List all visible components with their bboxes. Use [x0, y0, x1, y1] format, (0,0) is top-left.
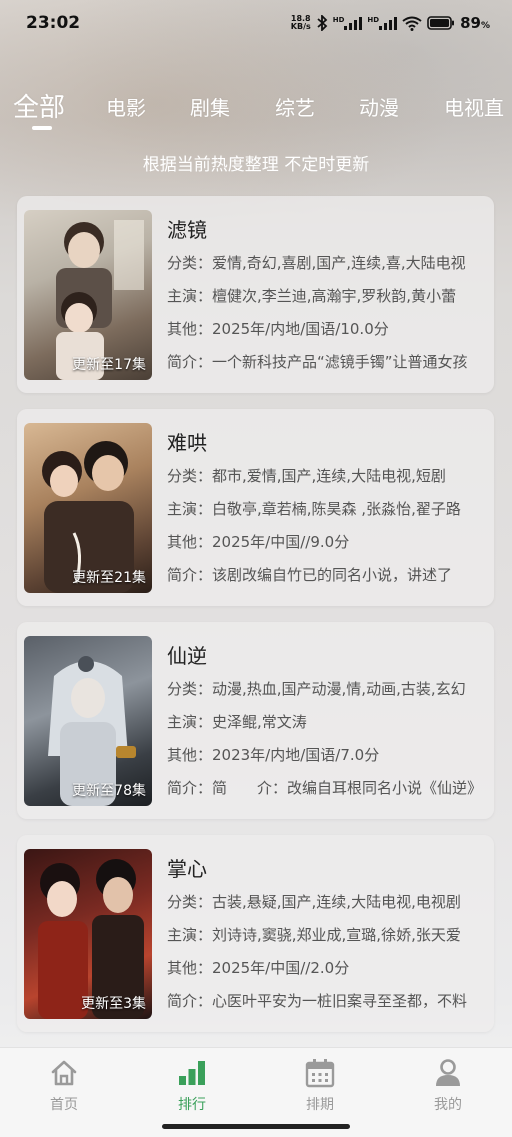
network-speed: 18.8 KB/s	[291, 15, 311, 31]
episode-badge: 更新至3集	[81, 996, 146, 1012]
show-intro: 简介：简 介：改编自耳根同名小说《仙逆》	[167, 779, 483, 797]
show-cast: 主演：史泽鲲,常文涛	[167, 713, 307, 731]
category-tabs: 全部 电影 剧集 综艺 动漫 电视直	[0, 82, 512, 136]
show-title: 掌心	[167, 857, 207, 881]
battery-icon	[427, 16, 455, 30]
episode-badge: 更新至17集	[72, 357, 146, 373]
poster-image[interactable]: 更新至21集	[24, 423, 152, 593]
active-tab-indicator	[32, 126, 52, 130]
signal-2-label: HD	[367, 16, 380, 24]
nav-profile-label: 我的	[434, 1097, 462, 1113]
show-intro: 简介：该剧改编自竹已的同名小说，讲述了	[167, 566, 453, 584]
show-intro: 简介：心医叶平安为一桩旧案寻至圣都，不料	[167, 992, 468, 1010]
tab-live-tv[interactable]: 电视直	[444, 92, 504, 121]
show-title: 难哄	[167, 431, 207, 455]
poster-image[interactable]: 更新至17集	[24, 210, 152, 380]
signal-icon-2: HD	[367, 16, 398, 30]
poster-image[interactable]: 更新至78集	[24, 636, 152, 806]
ranking-subtitle: 根据当前热度整理 不定时更新	[142, 155, 370, 175]
show-category: 分类：动漫,热血,国产动漫,情,动画,古装,玄幻	[167, 680, 466, 698]
home-indicator[interactable]	[162, 1124, 350, 1129]
status-indicators: 18.8 KB/s HD HD 89%	[291, 14, 490, 32]
show-category: 分类：古装,悬疑,国产,连续,大陆电视,电视剧	[167, 893, 461, 911]
show-card[interactable]: 更新至78集 仙逆 分类：动漫,热血,国产动漫,情,动画,古装,玄幻 主演：史泽…	[17, 622, 494, 819]
show-other-info: 其他：2023年/内地/国语/7.0分	[167, 746, 380, 764]
nav-ranking[interactable]: 排行	[152, 1058, 232, 1114]
signal-1-label: HD	[332, 16, 345, 24]
show-category: 分类：都市,爱情,国产,连续,大陆电视,短剧	[167, 467, 446, 485]
battery-value: 89	[460, 14, 481, 32]
episode-badge: 更新至21集	[72, 570, 146, 586]
poster-image[interactable]: 更新至3集	[24, 849, 152, 1019]
tab-variety[interactable]: 综艺	[275, 92, 315, 121]
bar-chart-icon	[179, 1061, 205, 1085]
home-icon	[51, 1060, 77, 1086]
signal-icon-1: HD	[333, 16, 363, 30]
show-title: 滤镜	[167, 218, 207, 242]
show-other-info: 其他：2025年/内地/国语/10.0分	[167, 320, 389, 338]
user-icon	[436, 1059, 460, 1086]
nav-schedule-label: 排期	[306, 1097, 334, 1113]
show-card[interactable]: 更新至21集 难哄 分类：都市,爱情,国产,连续,大陆电视,短剧 主演：白敬亭,…	[17, 409, 494, 606]
tab-anime[interactable]: 动漫	[359, 92, 399, 121]
status-time: 23:02	[26, 13, 81, 33]
show-cast: 主演：白敬亭,章若楠,陈昊森 ,张淼怡,翟子路	[167, 500, 461, 518]
bluetooth-icon	[316, 15, 328, 31]
show-title: 仙逆	[167, 644, 207, 668]
nav-ranking-label: 排行	[178, 1097, 206, 1113]
episode-badge: 更新至78集	[72, 783, 146, 799]
show-intro: 简介：一个新科技产品“滤镜手镯”让普通女孩	[167, 353, 468, 371]
show-other-info: 其他：2025年/中国//9.0分	[167, 533, 350, 551]
nav-home-label: 首页	[50, 1097, 78, 1113]
nav-schedule[interactable]: 排期	[280, 1058, 360, 1114]
show-other-info: 其他：2025年/中国//2.0分	[167, 959, 350, 977]
show-card[interactable]: 更新至17集 滤镜 分类：爱情,奇幻,喜剧,国产,连续,喜,大陆电视 主演：檀健…	[17, 196, 494, 393]
battery-level: 89%	[460, 14, 490, 32]
calendar-icon	[305, 1059, 335, 1088]
wifi-icon	[402, 16, 422, 31]
network-speed-unit: KB/s	[290, 22, 311, 31]
nav-home[interactable]: 首页	[24, 1058, 104, 1114]
show-category: 分类：爱情,奇幻,喜剧,国产,连续,喜,大陆电视	[167, 254, 466, 272]
tab-movies[interactable]: 电影	[106, 92, 146, 121]
battery-unit: %	[480, 21, 490, 31]
tab-all[interactable]: 全部	[13, 87, 65, 124]
nav-profile[interactable]: 我的	[408, 1058, 488, 1114]
tab-series[interactable]: 剧集	[190, 92, 230, 121]
show-cast: 主演：刘诗诗,窦骁,郑业成,宣璐,徐娇,张天爱	[167, 926, 461, 944]
show-cast: 主演：檀健次,李兰迪,高瀚宇,罗秋韵,黄小蕾	[167, 287, 457, 305]
show-card[interactable]: 更新至3集 掌心 分类：古装,悬疑,国产,连续,大陆电视,电视剧 主演：刘诗诗,…	[17, 835, 494, 1032]
status-bar: 23:02 18.8 KB/s HD HD 89%	[0, 0, 512, 46]
